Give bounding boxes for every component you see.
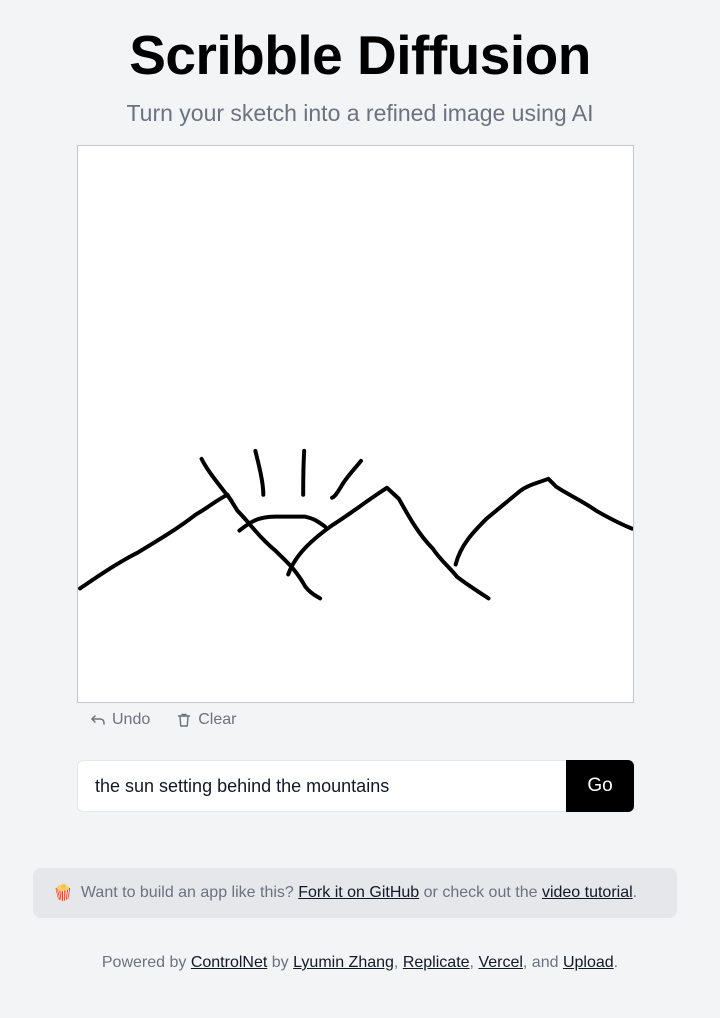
sketch-stroke-ray-3 — [301, 448, 307, 497]
clear-button[interactable]: Clear — [176, 711, 236, 729]
page-subtitle: Turn your sketch into a refined image us… — [126, 100, 594, 126]
clear-label: Clear — [198, 711, 237, 728]
banner-text-2: or check out the — [423, 884, 538, 901]
sketch-stroke-middle-mountain — [286, 485, 491, 601]
controlnet-link[interactable]: ControlNet — [191, 954, 267, 971]
canvas-toolbar: Undo Clear — [90, 711, 236, 729]
replicate-link[interactable]: Replicate — [403, 954, 470, 971]
footer-sep-2: , — [469, 954, 474, 971]
banner-text-1: Want to build an app like this? — [80, 884, 294, 901]
app-page: Scribble Diffusion Turn your sketch into… — [0, 0, 720, 1018]
go-button[interactable]: Go — [566, 760, 634, 812]
sketch-drawing — [78, 448, 633, 601]
video-tutorial-link[interactable]: video tutorial — [542, 884, 633, 902]
promo-banner: 🍿 Want to build an app like this? Fork i… — [33, 868, 677, 918]
sketch-stroke-left-mountain — [78, 492, 323, 601]
github-link[interactable]: Fork it on GitHub — [298, 884, 419, 902]
footer: Powered by ControlNet by Lyumin Zhang, R… — [0, 954, 720, 972]
sketch-stroke-ray-2 — [253, 448, 266, 497]
prompt-form: Go — [77, 760, 634, 812]
author-link[interactable]: Lyumin Zhang — [293, 954, 394, 971]
popcorn-icon: 🍿 — [53, 885, 73, 902]
vercel-link[interactable]: Vercel — [478, 954, 522, 971]
footer-text-3: , and — [522, 954, 559, 971]
undo-icon — [91, 715, 105, 725]
sketch-stroke-right-mountain — [453, 476, 633, 567]
banner-text-3: . — [632, 884, 638, 901]
sketch-canvas[interactable] — [77, 145, 634, 703]
footer-text-2: by — [271, 954, 289, 971]
sketch-stroke-ray-1 — [199, 456, 234, 503]
prompt-input[interactable] — [77, 760, 566, 812]
sketch-stroke-ray-4 — [330, 458, 363, 500]
undo-label: Undo — [112, 711, 151, 728]
footer-sep-1: , — [393, 954, 399, 971]
undo-button[interactable]: Undo — [90, 711, 150, 729]
footer-text-4: . — [613, 954, 619, 971]
upload-link[interactable]: Upload — [563, 954, 614, 971]
page-title: Scribble Diffusion — [129, 24, 591, 86]
footer-text-1: Powered by — [101, 954, 187, 971]
trash-icon — [178, 713, 191, 727]
